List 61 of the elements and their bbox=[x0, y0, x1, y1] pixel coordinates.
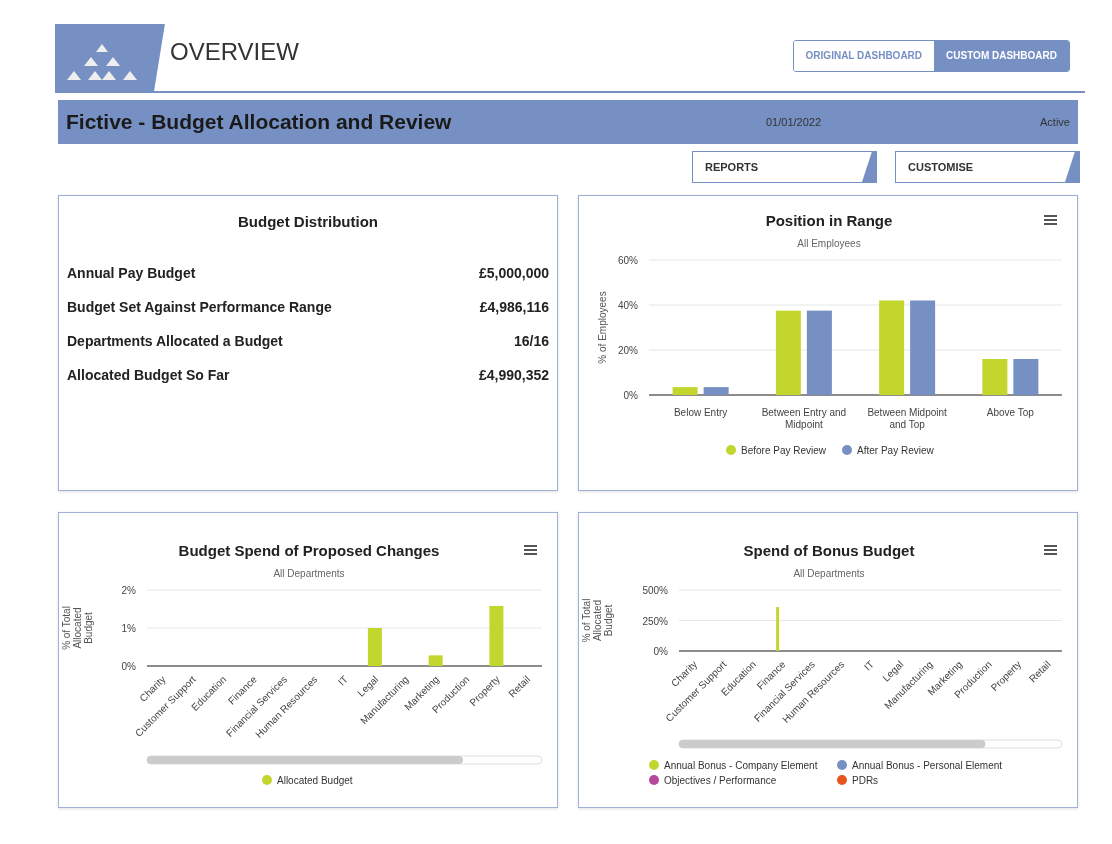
axis-tick-label: 60% bbox=[618, 255, 638, 266]
axis-category-label: IT bbox=[861, 658, 876, 673]
chart-title: Spend of Bonus Budget bbox=[743, 542, 915, 559]
axis-category-label: Below Entry bbox=[673, 407, 728, 418]
axis-title: % of Total Allocated Budget bbox=[581, 598, 614, 643]
banner-date: 01/01/2022 bbox=[766, 114, 822, 130]
logo-icon bbox=[67, 43, 137, 80]
legend-label[interactable]: After Pay Review bbox=[857, 445, 934, 456]
chart-subtitle: All Departments bbox=[273, 568, 345, 579]
chart-title: Position in Range bbox=[765, 212, 893, 229]
axis-tick-label: 0% bbox=[653, 646, 668, 657]
chart-title: Budget Spend of Proposed Changes bbox=[178, 542, 440, 559]
legend-label[interactable]: Before Pay Review bbox=[741, 445, 827, 456]
bar bbox=[1013, 359, 1039, 395]
bar bbox=[367, 628, 382, 666]
row-value: £4,986,116 bbox=[479, 298, 549, 317]
axis-category-label: Between Midpoint and Top bbox=[867, 407, 947, 430]
menu-icon[interactable] bbox=[524, 545, 537, 555]
banner-status: Active bbox=[1040, 114, 1070, 130]
row-value: £4,990,352 bbox=[478, 366, 549, 385]
menu-icon[interactable] bbox=[1044, 215, 1057, 225]
axis-title: % of Total Allocated Budget bbox=[61, 606, 94, 650]
bar bbox=[982, 359, 1008, 395]
axis-category-label: IT bbox=[335, 673, 350, 688]
row-value: 16/16 bbox=[513, 332, 549, 351]
legend-label[interactable]: Annual Bonus - Company Element bbox=[664, 760, 818, 771]
axis-tick-label: 20% bbox=[618, 345, 638, 356]
legend-label[interactable]: PDRs bbox=[852, 775, 879, 786]
row-label: Annual Pay Budget bbox=[67, 264, 196, 283]
scrollbar[interactable] bbox=[678, 739, 1063, 749]
row-label: Budget Set Against Performance Range bbox=[67, 298, 332, 317]
bar bbox=[703, 387, 729, 395]
axis-tick-label: 2% bbox=[121, 585, 136, 596]
chart-subtitle: All Departments bbox=[793, 568, 865, 579]
row-label: Departments Allocated a Budget bbox=[67, 332, 283, 351]
action-button[interactable]: REPORTS bbox=[692, 151, 877, 183]
axis-tick-label: 500% bbox=[642, 585, 668, 596]
axis-tick-label: 0% bbox=[121, 661, 136, 672]
axis-tick-label: 0% bbox=[623, 390, 638, 401]
page-title: OVERVIEW bbox=[170, 36, 299, 67]
legend-label[interactable]: Objectives / Performance bbox=[664, 775, 777, 786]
bar bbox=[776, 607, 780, 651]
axis-tick-label: 40% bbox=[618, 300, 638, 311]
axis-category-label: Above Top bbox=[986, 407, 1034, 418]
row-label: Allocated Budget So Far bbox=[67, 366, 230, 385]
menu-icon[interactable] bbox=[1044, 545, 1057, 555]
bar bbox=[672, 387, 698, 395]
row-value: £5,000,000 bbox=[478, 264, 549, 283]
legend-label[interactable]: Allocated Budget bbox=[277, 775, 353, 786]
bar bbox=[428, 655, 443, 666]
card-title: Budget Distribution bbox=[237, 212, 379, 232]
axis-category-label: Between Entry and Midpoint bbox=[761, 407, 847, 430]
axis-tick-label: 250% bbox=[642, 615, 668, 627]
chart-subtitle: All Employees bbox=[797, 238, 861, 249]
axis-title: % of Employees bbox=[597, 291, 608, 364]
scrollbar[interactable] bbox=[146, 755, 543, 765]
axis-tick-label: 1% bbox=[121, 623, 136, 634]
legend-label[interactable]: Annual Bonus - Personal Element bbox=[852, 760, 1003, 771]
bar bbox=[489, 605, 504, 666]
action-button[interactable]: CUSTOMISE bbox=[895, 151, 1080, 183]
banner-title: Fictive - Budget Allocation and Review bbox=[66, 109, 453, 136]
